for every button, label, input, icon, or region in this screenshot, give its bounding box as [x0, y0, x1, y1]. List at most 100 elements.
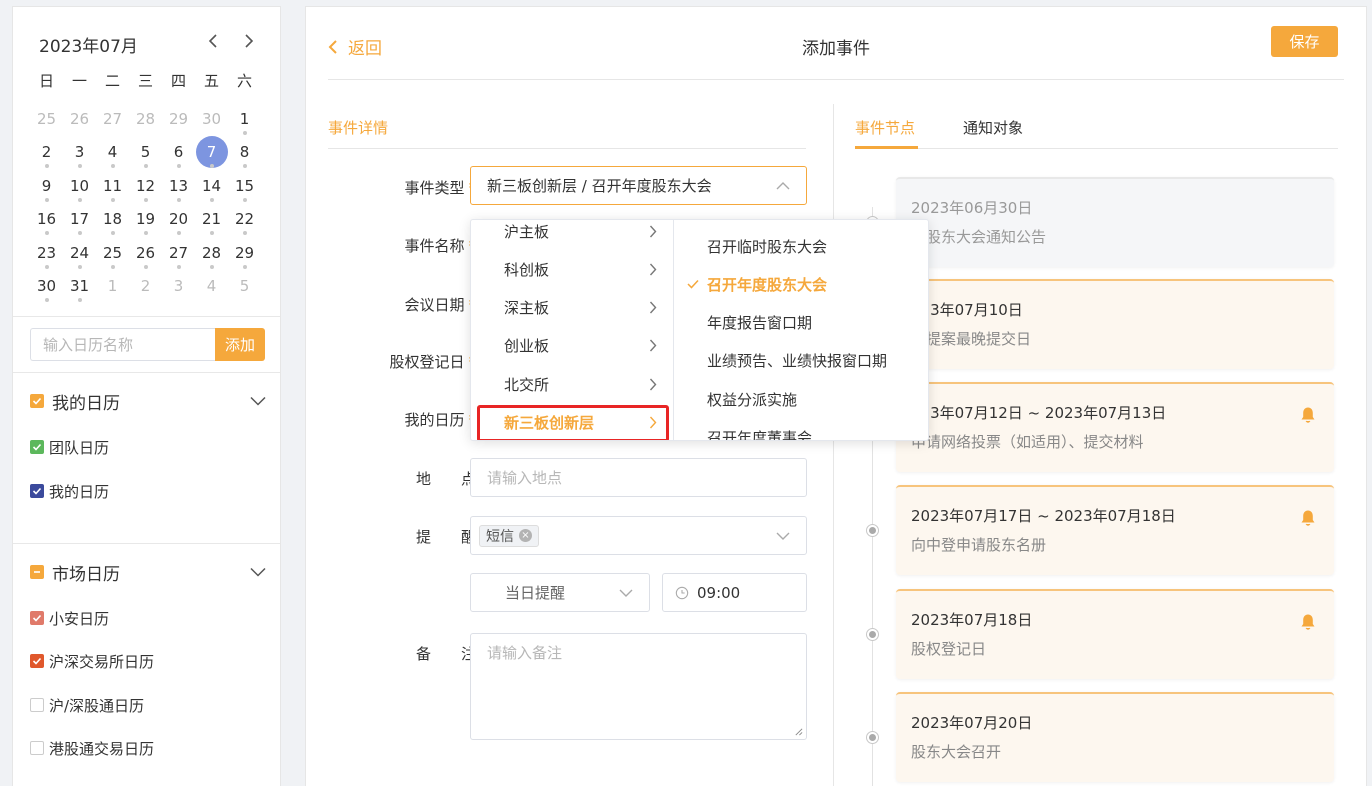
timeline-event-card[interactable]: 023年07月10日 时提案最晚提交日: [896, 279, 1334, 369]
calendar-day[interactable]: 1: [96, 270, 129, 304]
calendar-day[interactable]: 27: [96, 102, 129, 136]
checkbox-checked-icon[interactable]: [30, 484, 44, 498]
note-field[interactable]: [470, 633, 807, 740]
event-dot: [110, 197, 115, 202]
calendar-day[interactable]: 23: [30, 236, 63, 270]
calendar-day[interactable]: 27: [162, 236, 195, 270]
calendar-day[interactable]: 15: [228, 169, 261, 203]
calendar-list-item[interactable]: 团队日历: [30, 437, 109, 457]
timeline-event-card[interactable]: 2023年06月30日 交股东大会通知公告: [896, 177, 1334, 267]
save-button[interactable]: 保存: [1271, 26, 1338, 57]
timeline-event-card[interactable]: 023年07月12日 ~ 2023年07月13日 申请网络投票（如适用）、提交材料: [896, 382, 1334, 472]
calendar-day[interactable]: 29: [228, 236, 261, 270]
calendar-day[interactable]: 4: [96, 136, 129, 170]
location-input[interactable]: [487, 468, 790, 487]
calendar-day-selected[interactable]: 7: [195, 136, 228, 170]
calendar-list-item[interactable]: 沪深交易所日历: [30, 651, 154, 671]
calendar-day[interactable]: 3: [162, 270, 195, 304]
event-dot: [176, 197, 181, 202]
checkbox-unchecked-icon[interactable]: [30, 698, 44, 712]
calendar-day[interactable]: 25: [30, 102, 63, 136]
timeline-event-card[interactable]: 2023年07月20日 股东大会召开: [896, 692, 1334, 782]
timeline-event-card[interactable]: 2023年07月17日 ~ 2023年07月18日 向中登申请股东名册: [896, 485, 1334, 575]
calendar-day[interactable]: 13: [162, 169, 195, 203]
prev-month-button[interactable]: [202, 30, 224, 52]
calendar-list-item[interactable]: 港股通交易日历: [30, 738, 154, 758]
cascader-option[interactable]: 北交所: [471, 367, 673, 401]
calendar-day[interactable]: 2: [30, 136, 63, 170]
calendar-day[interactable]: 30: [195, 102, 228, 136]
checkbox-checked-icon[interactable]: [30, 394, 44, 408]
calendar-day[interactable]: 24: [63, 236, 96, 270]
checkbox-checked-icon[interactable]: [30, 611, 44, 625]
remind-time-picker[interactable]: 09:00: [662, 573, 807, 612]
checkbox-checked-icon[interactable]: [30, 654, 44, 668]
note-textarea[interactable]: [487, 642, 790, 732]
calendar-day[interactable]: 5: [129, 136, 162, 170]
calendar-day[interactable]: 19: [129, 203, 162, 237]
calendar-day[interactable]: 30: [30, 270, 63, 304]
calendar-day[interactable]: 9: [30, 169, 63, 203]
calendar-list-item[interactable]: 小安日历: [30, 608, 109, 628]
checkbox-unchecked-icon[interactable]: [30, 741, 44, 755]
calendar-day[interactable]: 5: [228, 270, 261, 304]
calendar-list-item[interactable]: 我的日历: [30, 481, 109, 501]
cascader-option[interactable]: 召开临时股东大会: [674, 229, 928, 263]
tab-event-nodes[interactable]: 事件节点: [855, 117, 915, 138]
calendar-day[interactable]: 20: [162, 203, 195, 237]
cascader-option[interactable]: 新三板创新层: [471, 406, 673, 440]
calendar-day[interactable]: 29: [162, 102, 195, 136]
cascader-option[interactable]: 沪主板: [471, 220, 673, 248]
calendar-day[interactable]: 2: [129, 270, 162, 304]
resize-handle-icon[interactable]: [794, 727, 803, 736]
bell-icon[interactable]: [1300, 509, 1316, 527]
bell-icon[interactable]: [1300, 406, 1316, 424]
tab-notify-targets[interactable]: 通知对象: [963, 117, 1023, 138]
calendar-day[interactable]: 4: [195, 270, 228, 304]
checkbox-checked-icon[interactable]: [30, 440, 44, 454]
calendar-list-item[interactable]: 沪/深股通日历: [30, 695, 144, 715]
calendar-group-header[interactable]: 我的日历: [30, 389, 266, 414]
calendar-day[interactable]: 3: [63, 136, 96, 170]
cascader-option[interactable]: 权益分派实施: [674, 382, 928, 416]
cascader-option[interactable]: 深主板: [471, 291, 673, 325]
calendar-day[interactable]: 18: [96, 203, 129, 237]
timeline-event-card[interactable]: 2023年07月18日 股权登记日: [896, 589, 1334, 679]
cascader-option[interactable]: 召开年度董事会: [674, 421, 928, 440]
calendar-day[interactable]: 16: [30, 203, 63, 237]
calendar-day[interactable]: 12: [129, 169, 162, 203]
calendar-day[interactable]: 22: [228, 203, 261, 237]
event-type-select[interactable]: 新三板创新层 / 召开年度股东大会: [470, 166, 807, 205]
calendar-day[interactable]: 8: [228, 136, 261, 170]
next-month-button[interactable]: [238, 30, 260, 52]
calendar-day[interactable]: 6: [162, 136, 195, 170]
meeting-date-label: 会议日期*: [404, 296, 476, 314]
calendar-day[interactable]: 25: [96, 236, 129, 270]
calendar-day[interactable]: 17: [63, 203, 96, 237]
calendar-day[interactable]: 28: [195, 236, 228, 270]
calendar-group-header[interactable]: 市场日历: [30, 560, 266, 585]
cascader-option[interactable]: 创业板: [471, 329, 673, 363]
cascader-option[interactable]: 年度报告窗口期: [674, 306, 928, 340]
location-field[interactable]: [470, 458, 807, 497]
remind-method-select[interactable]: 短信 ×: [470, 516, 807, 555]
calendar-day[interactable]: 28: [129, 102, 162, 136]
calendar-day[interactable]: 26: [63, 102, 96, 136]
cascader-option[interactable]: 科创板: [471, 252, 673, 286]
calendar-day[interactable]: 21: [195, 203, 228, 237]
calendar-name-input[interactable]: [30, 328, 217, 361]
calendar-day[interactable]: 31: [63, 270, 96, 304]
calendar-day[interactable]: 26: [129, 236, 162, 270]
bell-icon[interactable]: [1300, 613, 1316, 631]
remind-when-select[interactable]: 当日提醒: [470, 573, 650, 612]
calendar-day[interactable]: 1: [228, 102, 261, 136]
cascader-option[interactable]: 召开年度股东大会: [674, 267, 928, 301]
cascader-option[interactable]: 业绩预告、业绩快报窗口期: [674, 344, 928, 378]
add-calendar-button[interactable]: 添加: [215, 328, 265, 361]
calendar-day[interactable]: 10: [63, 169, 96, 203]
checkbox-partial-icon[interactable]: [30, 565, 44, 579]
timeline-node-icon: [866, 731, 879, 744]
calendar-day[interactable]: 14: [195, 169, 228, 203]
calendar-day[interactable]: 11: [96, 169, 129, 203]
tag-close-icon[interactable]: ×: [519, 529, 532, 542]
